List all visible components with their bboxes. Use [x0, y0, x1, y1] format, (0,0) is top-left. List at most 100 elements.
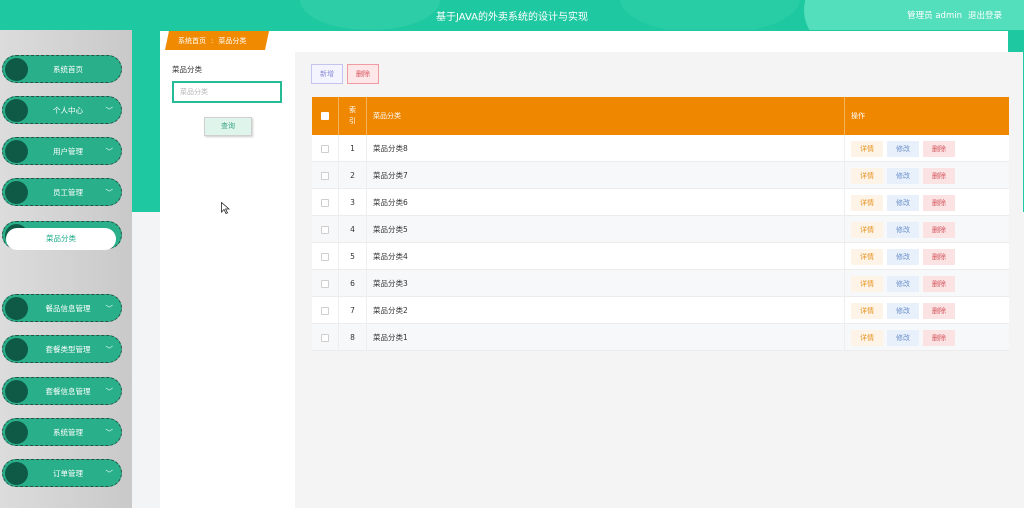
row-actions: 详情 修改 删除 — [845, 216, 1009, 243]
sidebar-item-9[interactable]: 订单管理 ﹀ — [2, 459, 122, 487]
delete-button[interactable]: 删除 — [923, 302, 955, 319]
sidebar-item-label: 用户管理 — [53, 147, 83, 156]
row-actions: 详情 修改 删除 — [845, 324, 1009, 351]
sidebar-item-label: 系统管理 — [53, 428, 83, 437]
category-table: 索 引 菜品分类 操作 1 菜品分类8 详情 修改 删除 2 菜品分类7 详情 修改 删除 3 菜品分… — [312, 97, 1009, 351]
row-check-cell — [312, 216, 339, 243]
table-row: 4 菜品分类5 详情 修改 删除 — [312, 216, 1009, 243]
sidebar-item-0[interactable]: 系统首页 — [2, 55, 122, 83]
table-row: 7 菜品分类2 详情 修改 删除 — [312, 297, 1009, 324]
delete-button[interactable]: 删除 — [923, 194, 955, 211]
logout-link[interactable]: 退出登录 — [968, 11, 1002, 21]
sidebar-item-label: 套餐类型管理 — [45, 345, 91, 354]
detail-button[interactable]: 详情 — [851, 275, 883, 292]
row-index: 4 — [339, 216, 367, 243]
breadcrumb-bar — [160, 31, 1008, 50]
detail-button[interactable]: 详情 — [851, 194, 883, 211]
query-button[interactable]: 查询 — [204, 117, 252, 136]
row-category-name: 菜品分类7 — [367, 162, 845, 189]
row-checkbox[interactable] — [321, 279, 329, 288]
edit-button[interactable]: 修改 — [887, 248, 919, 265]
delete-button[interactable]: 删除 — [923, 221, 955, 238]
sidebar-item-label: 个人中心 — [53, 106, 83, 115]
sidebar-item-6[interactable]: 套餐类型管理 ﹀ — [2, 335, 122, 363]
delete-button[interactable]: 删除 — [923, 140, 955, 157]
delete-button[interactable]: 删除 — [923, 167, 955, 184]
row-checkbox[interactable] — [321, 171, 329, 180]
select-all-checkbox[interactable] — [321, 112, 329, 120]
sidebar-item-8[interactable]: 系统管理 ﹀ — [2, 418, 122, 446]
chevron-down-icon: ﹀ — [105, 304, 114, 313]
sidebar-item-7[interactable]: 套餐信息管理 ﹀ — [2, 377, 122, 405]
row-checkbox[interactable] — [321, 252, 329, 261]
header-index: 索 引 — [339, 97, 367, 135]
row-check-cell — [312, 135, 339, 162]
breadcrumb-home[interactable]: 系统首页 — [178, 37, 206, 45]
row-actions: 详情 修改 删除 — [845, 189, 1009, 216]
edit-button[interactable]: 修改 — [887, 140, 919, 157]
row-checkbox[interactable] — [321, 144, 329, 153]
row-actions: 详情 修改 删除 — [845, 297, 1009, 324]
row-checkbox[interactable] — [321, 225, 329, 234]
chevron-down-icon: ﹀ — [105, 188, 114, 197]
sidebar-item-label: 员工管理 — [53, 188, 83, 197]
top-header: 基于JAVA的外卖系统的设计与实现 管理员 admin 退出登录 — [0, 0, 1024, 30]
table-row: 1 菜品分类8 详情 修改 删除 — [312, 135, 1009, 162]
header-ops: 操作 — [851, 112, 865, 120]
menu-avatar-circle — [5, 338, 28, 361]
row-actions: 详情 修改 删除 — [845, 135, 1009, 162]
detail-button[interactable]: 详情 — [851, 167, 883, 184]
detail-button[interactable]: 详情 — [851, 248, 883, 265]
row-check-cell — [312, 324, 339, 351]
delete-button[interactable]: 删除 — [923, 275, 955, 292]
table-row: 2 菜品分类7 详情 修改 删除 — [312, 162, 1009, 189]
row-category-name: 菜品分类8 — [367, 135, 845, 162]
sidebar-subitem-dish-category[interactable]: 菜品分类 — [6, 228, 116, 250]
edit-button[interactable]: 修改 — [887, 329, 919, 346]
sidebar-item-1[interactable]: 个人中心 ﹀ — [2, 96, 122, 124]
chevron-down-icon: ﹀ — [105, 428, 114, 437]
row-category-name: 菜品分类6 — [367, 189, 845, 216]
edit-button[interactable]: 修改 — [887, 167, 919, 184]
user-area: 管理员 admin 退出登录 — [901, 9, 1002, 21]
table-row: 8 菜品分类1 详情 修改 删除 — [312, 324, 1009, 351]
sidebar-item-2[interactable]: 用户管理 ﹀ — [2, 137, 122, 165]
row-index: 2 — [339, 162, 367, 189]
row-checkbox[interactable] — [321, 306, 329, 315]
header-index-line1: 索 — [349, 106, 356, 114]
row-category-name: 菜品分类5 — [367, 216, 845, 243]
chevron-down-icon: ﹀ — [105, 147, 114, 156]
row-check-cell — [312, 162, 339, 189]
mouse-cursor-icon — [221, 202, 230, 214]
menu-avatar-circle — [5, 140, 28, 163]
detail-button[interactable]: 详情 — [851, 221, 883, 238]
edit-button[interactable]: 修改 — [887, 302, 919, 319]
sidebar-item-5[interactable]: 餐品信息管理 ﹀ — [2, 294, 122, 322]
sidebar-item-3[interactable]: 员工管理 ﹀ — [2, 178, 122, 206]
table-row: 5 菜品分类4 详情 修改 删除 — [312, 243, 1009, 270]
row-checkbox[interactable] — [321, 333, 329, 342]
row-index: 1 — [339, 135, 367, 162]
table-row: 6 菜品分类3 详情 修改 删除 — [312, 270, 1009, 297]
detail-button[interactable]: 详情 — [851, 140, 883, 157]
add-button[interactable]: 新增 — [311, 64, 343, 84]
current-user: 管理员 admin — [907, 11, 962, 21]
edit-button[interactable]: 修改 — [887, 221, 919, 238]
row-check-cell — [312, 243, 339, 270]
detail-button[interactable]: 详情 — [851, 329, 883, 346]
delete-button[interactable]: 删除 — [923, 248, 955, 265]
batch-delete-button[interactable]: 删除 — [347, 64, 379, 84]
edit-button[interactable]: 修改 — [887, 194, 919, 211]
category-search-input[interactable] — [172, 81, 282, 103]
row-checkbox[interactable] — [321, 198, 329, 207]
menu-avatar-circle — [5, 380, 28, 403]
chevron-down-icon: ﹀ — [105, 469, 114, 478]
table-header: 索 引 菜品分类 操作 — [312, 97, 1009, 135]
app-title: 基于JAVA的外卖系统的设计与实现 — [435, 12, 589, 23]
row-category-name: 菜品分类2 — [367, 297, 845, 324]
row-index: 7 — [339, 297, 367, 324]
delete-button[interactable]: 删除 — [923, 329, 955, 346]
edit-button[interactable]: 修改 — [887, 275, 919, 292]
detail-button[interactable]: 详情 — [851, 302, 883, 319]
sidebar-item-label: 餐品信息管理 — [45, 304, 91, 313]
